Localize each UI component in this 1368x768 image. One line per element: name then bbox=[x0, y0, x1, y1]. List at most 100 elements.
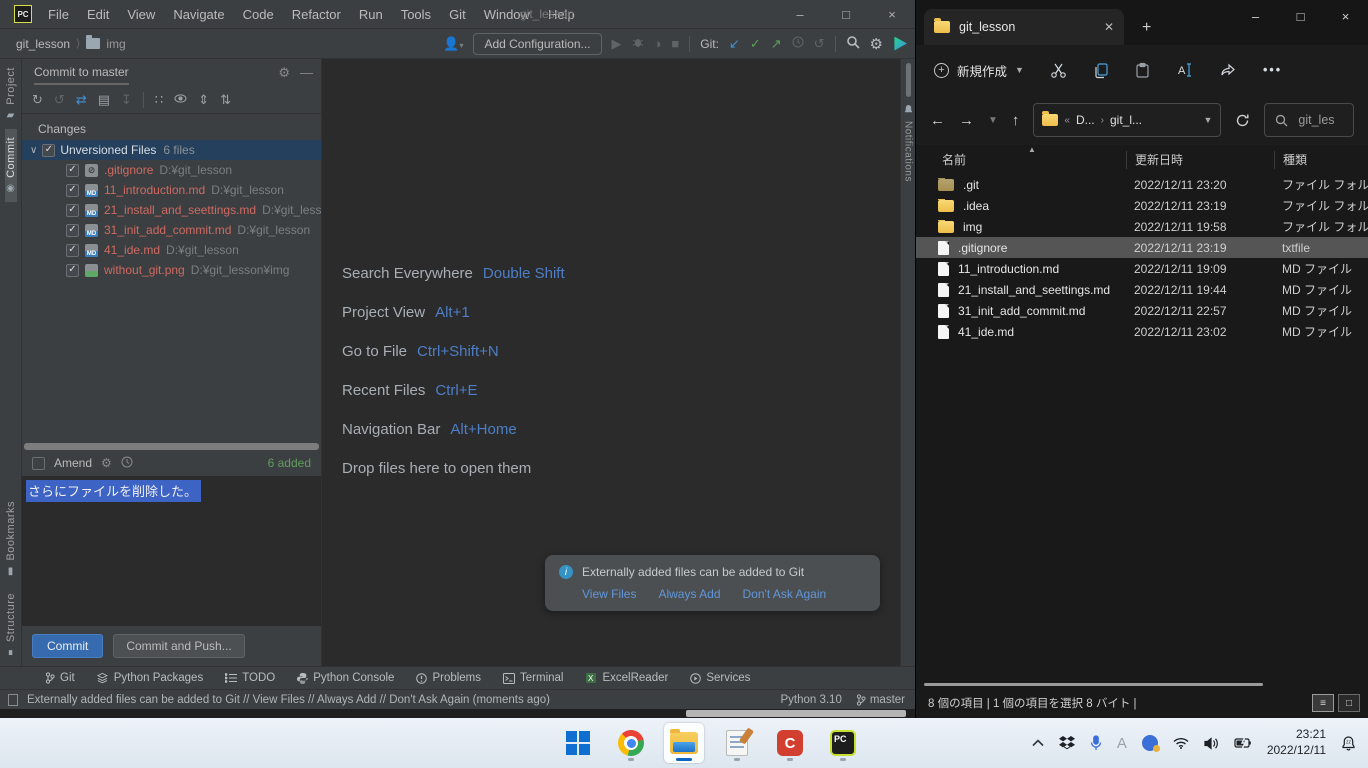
paste-icon[interactable] bbox=[1135, 62, 1150, 79]
git-commit-icon[interactable]: ✓ bbox=[750, 36, 761, 52]
volume-icon[interactable] bbox=[1204, 737, 1219, 750]
commit-file-row[interactable]: ✓ ⊘ .gitignore D:¥git_lesson bbox=[22, 160, 321, 180]
menu-file[interactable]: File bbox=[40, 4, 77, 25]
collapse-all-icon[interactable]: ⇅ bbox=[220, 92, 231, 108]
explorer-scrollbar[interactable] bbox=[924, 683, 1263, 686]
explorer-file-row[interactable]: .gitignore 2022/12/11 23:19 txtfile bbox=[916, 237, 1368, 258]
new-item-button[interactable]: + 新規作成 ▼ bbox=[934, 61, 1024, 80]
explorer-file-row[interactable]: img 2022/12/11 19:58 ファイル フォルダー bbox=[916, 216, 1368, 237]
wifi-icon[interactable] bbox=[1173, 737, 1189, 749]
file-checkbox[interactable]: ✓ bbox=[66, 164, 79, 177]
close-button[interactable]: × bbox=[869, 0, 915, 28]
tool-window-python-console[interactable]: Python Console bbox=[297, 672, 394, 684]
menu-code[interactable]: Code bbox=[235, 4, 282, 25]
panel-settings-gear-icon[interactable]: ⚙ bbox=[278, 65, 290, 81]
tab-notifications[interactable]: Notifications bbox=[903, 105, 914, 182]
explorer-file-row[interactable]: 31_init_add_commit.md 2022/12/11 22:57 M… bbox=[916, 300, 1368, 321]
file-checkbox[interactable]: ✓ bbox=[66, 224, 79, 237]
battery-icon[interactable] bbox=[1234, 737, 1252, 749]
bottom-scrollbar-thumb[interactable] bbox=[686, 710, 906, 717]
group-checkbox[interactable]: ✓ bbox=[42, 144, 55, 157]
python-interpreter[interactable]: Python 3.10 bbox=[780, 694, 841, 706]
commit-file-row[interactable]: ✓ MD 41_ide.md D:¥git_lesson bbox=[22, 240, 321, 260]
more-options-icon[interactable]: ••• bbox=[1263, 63, 1282, 77]
git-push-icon[interactable]: ↗ bbox=[771, 36, 782, 52]
commit-file-row[interactable]: ✓ MD 21_install_and_seettings.md D:¥git_… bbox=[22, 200, 321, 220]
ide-features-trainer-icon[interactable] bbox=[893, 37, 907, 51]
history-icon[interactable] bbox=[792, 36, 804, 51]
git-branch-name[interactable]: master bbox=[870, 694, 905, 706]
microphone-icon[interactable] bbox=[1090, 735, 1102, 751]
jump-to-source-icon[interactable]: ⇄ bbox=[76, 92, 87, 108]
git-update-icon[interactable]: ↙ bbox=[729, 36, 740, 52]
menu-refactor[interactable]: Refactor bbox=[284, 4, 349, 25]
notification-bell-icon[interactable]: zz bbox=[1341, 735, 1356, 751]
user-icon[interactable]: 👤▾ bbox=[443, 36, 463, 52]
recent-locations-icon[interactable]: ▼ bbox=[988, 115, 998, 126]
tray-app-icon[interactable] bbox=[1142, 735, 1158, 751]
close-button[interactable]: × bbox=[1323, 0, 1368, 32]
maximize-button[interactable]: □ bbox=[1278, 0, 1323, 32]
dropbox-icon[interactable] bbox=[1059, 736, 1075, 750]
share-icon[interactable] bbox=[1220, 62, 1237, 78]
panel-minimize-icon[interactable]: — bbox=[300, 65, 313, 80]
run-icon[interactable]: ▶ bbox=[612, 36, 622, 52]
tab-bookmarks[interactable]: Bookmarks ▮ bbox=[5, 493, 17, 585]
search-everywhere-icon[interactable] bbox=[846, 35, 860, 52]
commit-options-gear-icon[interactable]: ⚙ bbox=[101, 456, 112, 470]
tab-commit[interactable]: Commit ◉ bbox=[5, 129, 17, 202]
explorer-file-row[interactable]: 11_introduction.md 2022/12/11 19:09 MD フ… bbox=[916, 258, 1368, 279]
maximize-button[interactable]: □ bbox=[823, 0, 869, 28]
rename-icon[interactable]: A bbox=[1176, 62, 1194, 78]
message-history-icon[interactable] bbox=[121, 456, 133, 471]
search-box[interactable]: git_les bbox=[1264, 103, 1354, 137]
editor-scrollbar[interactable] bbox=[906, 63, 911, 97]
taskbar-notepad[interactable] bbox=[717, 723, 757, 763]
explorer-tab[interactable]: git_lesson ✕ bbox=[924, 9, 1124, 45]
tab-close-icon[interactable]: ✕ bbox=[1104, 20, 1114, 34]
chevron-down-icon[interactable]: ∨ bbox=[30, 145, 37, 156]
debug-icon[interactable] bbox=[632, 36, 644, 51]
tool-window-problems[interactable]: Problems bbox=[416, 672, 481, 684]
minimize-button[interactable]: – bbox=[1233, 0, 1278, 32]
address-drive[interactable]: D... bbox=[1076, 113, 1095, 127]
forward-icon[interactable]: → bbox=[959, 112, 974, 129]
commit-button[interactable]: Commit bbox=[32, 634, 103, 658]
up-icon[interactable]: ↑ bbox=[1012, 112, 1020, 129]
group-by-icon[interactable]: ∷ bbox=[155, 92, 163, 108]
tree-scrollbar[interactable] bbox=[24, 443, 319, 450]
address-bar[interactable]: « D... › git_l... ▼ bbox=[1033, 103, 1221, 137]
tool-window-services[interactable]: Services bbox=[690, 672, 750, 684]
file-checkbox[interactable]: ✓ bbox=[66, 204, 79, 217]
notification-action-view-files[interactable]: View Files bbox=[582, 587, 636, 601]
commit-file-row[interactable]: ✓ MD 11_introduction.md D:¥git_lesson bbox=[22, 180, 321, 200]
commit-file-row[interactable]: ✓ without_git.png D:¥git_lesson¥img bbox=[22, 260, 321, 280]
tray-overflow-chevron-icon[interactable] bbox=[1032, 739, 1044, 747]
address-folder[interactable]: git_l... bbox=[1110, 113, 1142, 127]
menu-git[interactable]: Git bbox=[441, 4, 474, 25]
menu-navigate[interactable]: Navigate bbox=[165, 4, 232, 25]
cut-icon[interactable] bbox=[1050, 62, 1067, 79]
minimize-button[interactable]: – bbox=[777, 0, 823, 28]
notification-action-always-add[interactable]: Always Add bbox=[658, 587, 720, 601]
tool-window-git[interactable]: Git bbox=[45, 672, 75, 684]
tray-clock[interactable]: 23:21 2022/12/11 bbox=[1267, 727, 1326, 758]
run-coverage-icon[interactable]: ◑ bbox=[654, 36, 662, 51]
explorer-file-row[interactable]: .idea 2022/12/11 23:19 ファイル フォルダー bbox=[916, 195, 1368, 216]
expand-all-icon[interactable]: ⇕ bbox=[198, 92, 209, 108]
large-icons-view-icon[interactable]: □ bbox=[1338, 694, 1360, 712]
preview-eye-icon[interactable] bbox=[174, 92, 187, 108]
file-checkbox[interactable]: ✓ bbox=[66, 184, 79, 197]
commit-message-editor[interactable]: さらにファイルを削除した。 bbox=[22, 476, 321, 626]
notification-action-don-t-ask-again[interactable]: Don't Ask Again bbox=[743, 587, 827, 601]
taskbar-explorer[interactable] bbox=[664, 723, 704, 763]
address-dropdown-icon[interactable]: ▼ bbox=[1203, 115, 1212, 125]
changelist-icon[interactable]: ▤ bbox=[98, 92, 110, 108]
amend-checkbox[interactable] bbox=[32, 457, 45, 470]
explorer-file-row[interactable]: .git 2022/12/11 23:20 ファイル フォルダー bbox=[916, 174, 1368, 195]
new-tab-button[interactable]: + bbox=[1142, 19, 1151, 37]
menu-view[interactable]: View bbox=[119, 4, 163, 25]
menu-tools[interactable]: Tools bbox=[393, 4, 439, 25]
settings-gear-icon[interactable]: ⚙ bbox=[870, 35, 883, 53]
rollback-icon[interactable]: ↺ bbox=[814, 36, 825, 52]
